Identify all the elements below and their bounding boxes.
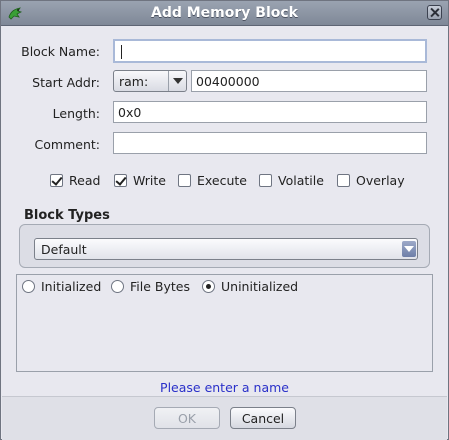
comment-input[interactable] (113, 132, 427, 154)
ok-button[interactable]: OK (154, 407, 220, 429)
address-space-value: ram: (119, 74, 149, 89)
read-label: Read (69, 173, 101, 188)
checkbox-checked-icon[interactable] (50, 174, 63, 187)
close-icon[interactable] (427, 5, 442, 20)
cancel-button[interactable]: Cancel (230, 407, 296, 429)
radio-off-icon[interactable] (22, 280, 35, 293)
checkbox-empty-icon[interactable] (178, 174, 191, 187)
address-space-dropdown[interactable]: ram: (113, 70, 187, 92)
length-input[interactable]: 0x0 (113, 101, 427, 123)
length-value: 0x0 (118, 105, 142, 120)
radio-off-icon[interactable] (111, 280, 124, 293)
block-types-heading: Block Types (24, 208, 110, 223)
uninitialized-label: Uninitialized (221, 279, 299, 294)
chevron-down-icon[interactable] (168, 71, 186, 91)
overlay-label: Overlay (356, 173, 405, 188)
status-message: Please enter a name (160, 380, 289, 395)
text-caret (121, 45, 122, 59)
block-name-label: Block Name: (21, 44, 100, 59)
volatile-label: Volatile (278, 173, 324, 188)
title-bar[interactable]: Add Memory Block (1, 1, 448, 26)
write-label: Write (133, 173, 167, 188)
comment-label: Comment: (34, 137, 100, 152)
checkbox-checked-icon[interactable] (114, 174, 127, 187)
file-bytes-label: File Bytes (130, 279, 190, 294)
dialog-title: Add Memory Block (151, 5, 298, 21)
checkbox-empty-icon[interactable] (259, 174, 272, 187)
block-name-input[interactable] (113, 39, 427, 63)
checkbox-empty-icon[interactable] (337, 174, 350, 187)
length-label: Length: (52, 106, 100, 121)
add-memory-block-dialog: Add Memory Block Block Name: Start Addr:… (0, 0, 449, 440)
block-type-dropdown[interactable]: Default (34, 238, 418, 260)
execute-label: Execute (197, 173, 247, 188)
start-addr-label: Start Addr: (32, 75, 100, 90)
radio-on-icon[interactable] (202, 280, 215, 293)
start-addr-value: 00400000 (196, 74, 260, 89)
start-addr-input[interactable]: 00400000 (191, 70, 427, 92)
block-types-panel: Default (19, 224, 430, 268)
button-bar (2, 396, 447, 440)
chevron-down-icon[interactable] (402, 241, 416, 257)
block-type-value: Default (41, 242, 87, 257)
initialized-label: Initialized (41, 279, 102, 294)
